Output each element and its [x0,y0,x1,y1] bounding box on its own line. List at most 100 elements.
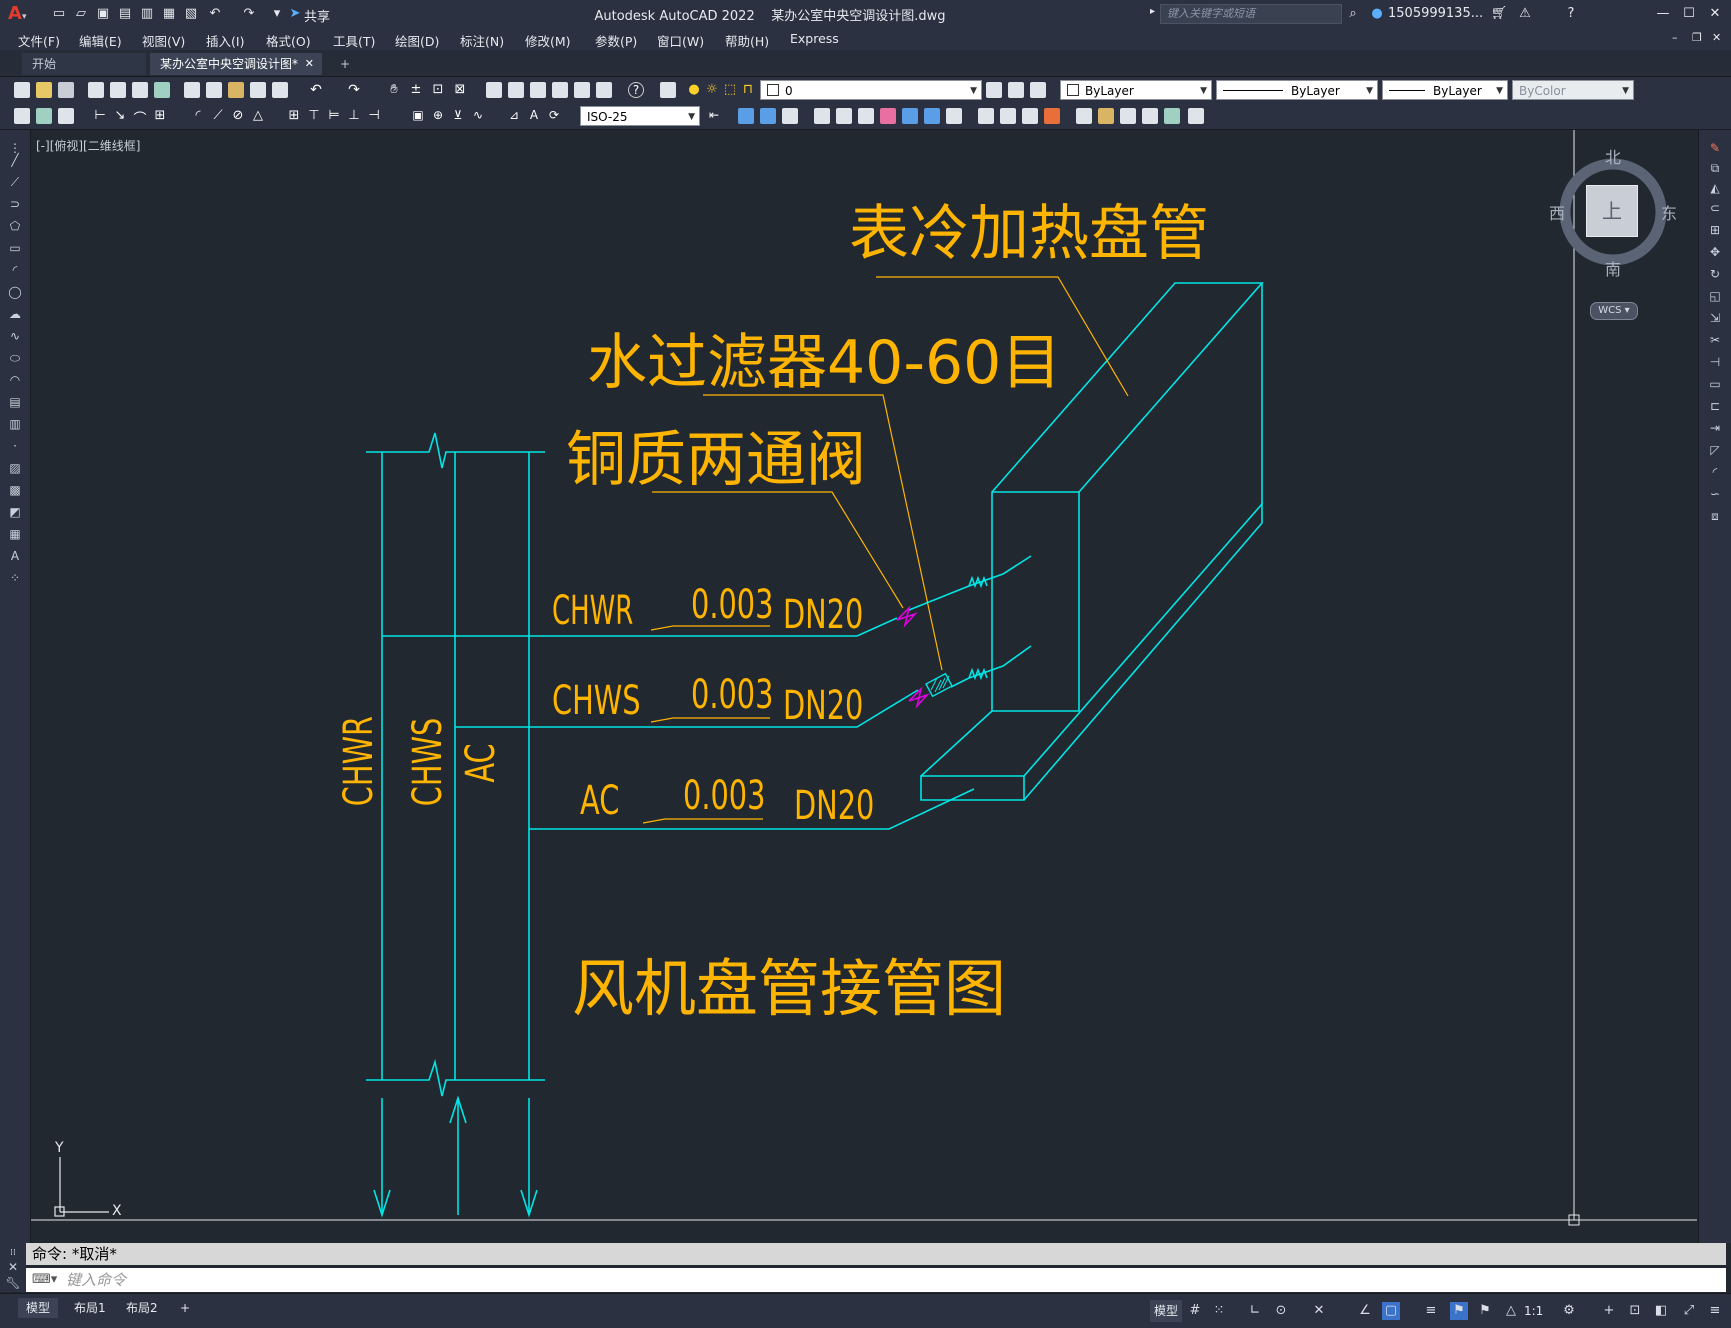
move-icon[interactable]: ✥ [1707,244,1723,260]
save-web-icon[interactable]: ▦ [160,4,178,22]
center-mark-icon[interactable]: ⊕ [430,108,446,124]
diameter-dimension-icon[interactable]: ⊘ [230,108,246,124]
share-button[interactable]: 共享 [304,6,330,25]
baseline-dimension-icon[interactable]: ⊤ [306,108,322,124]
blend-curves-icon[interactable]: ∽ [1707,486,1723,502]
mirror-icon[interactable]: ◭ [1707,180,1723,196]
menu-express[interactable]: Express [790,31,839,46]
riser-label-chws[interactable]: CHWS [405,718,451,807]
region-icon[interactable]: ◩ [7,504,23,520]
auto-scale-icon[interactable]: ⚑ [1476,1302,1494,1320]
grid-icon[interactable]: # [1186,1302,1204,1320]
menu-help[interactable]: 帮助(H) [725,31,769,50]
loft-icon[interactable] [1044,108,1060,124]
help-tb-icon[interactable]: ? [628,82,644,98]
autocad-logo-icon[interactable]: A▾ [8,4,28,24]
stretch-icon[interactable]: ⇲ [1707,310,1723,326]
menu-tools[interactable]: 工具(T) [333,31,375,50]
linetype-dropdown[interactable]: ByLayer ▼ [1216,80,1378,100]
tolerance-icon[interactable]: ▣ [410,108,426,124]
ac-name[interactable]: AC [580,778,619,824]
array-icon[interactable]: ⊞ [1707,222,1723,238]
erase-icon[interactable]: ✎ [1707,140,1723,156]
riser-label-chwr[interactable]: CHWR [336,716,382,806]
sheet-set-icon[interactable] [552,82,568,98]
layer-lock-icon[interactable]: ⊓ [740,82,756,98]
maximize-icon[interactable]: ☐ [1680,4,1698,22]
extend-icon[interactable]: ⊣ [1707,354,1723,370]
doc-restore-icon[interactable]: ❐ [1692,31,1702,44]
menu-dimension[interactable]: 标注(N) [460,31,504,50]
join-icon[interactable]: ⇥ [1707,420,1723,436]
menu-view[interactable]: 视图(V) [142,31,185,50]
scale-value[interactable]: 1:1 [1524,1302,1543,1320]
viewcube-top-face[interactable]: 上 [1586,185,1638,237]
copy-object-icon[interactable]: ⧉ [1707,160,1723,176]
annotation-monitor-icon[interactable]: + [1600,1302,1618,1320]
circle-icon[interactable]: ◯ [7,284,23,300]
tab-layout1[interactable]: 布局1 [66,1298,114,1318]
zoom-previous-icon[interactable]: ⊠ [452,82,468,98]
ellipse-icon[interactable]: ⬭ [7,350,23,366]
cut-icon[interactable] [184,82,200,98]
tab-layout2[interactable]: 布局2 [118,1298,166,1318]
save-icon[interactable]: ▣ [94,4,112,22]
wcs-menu[interactable]: WCS ▾ [1590,302,1638,320]
point-icon[interactable]: · [7,438,23,454]
arc-length-icon[interactable]: ⌒ [132,108,148,127]
lineweight-dropdown[interactable]: ByLayer ▼ [1382,80,1508,100]
viewcube-east[interactable]: 东 [1661,200,1677,224]
ordinate-dimension-icon[interactable]: ⊞ [152,108,168,124]
tab-close-icon[interactable]: ✕ [305,53,314,75]
angular-dimension-icon[interactable]: △ [250,108,266,124]
multiline-text-icon[interactable]: A [7,548,23,564]
wedge-icon[interactable] [782,108,798,124]
tab-start[interactable]: 开始 [22,53,146,75]
break-icon[interactable]: ⊏ [1707,398,1723,414]
drawing-canvas[interactable]: 表冷加热盘管 水过滤器40-60目 铜质两通阀 风机盘管接管图 CHWR 0.0… [31,130,1697,1243]
extrude-icon[interactable] [978,108,994,124]
quick-dimension-icon[interactable]: ⊞ [286,108,302,124]
break-point-icon[interactable]: ▭ [1707,376,1723,392]
rectangle-icon[interactable]: ▭ [7,240,23,256]
ucs-world-icon[interactable] [836,108,852,124]
dimension-style-icon[interactable]: ⇤ [706,108,722,124]
pan-icon[interactable]: ✋︎ [386,82,402,98]
add-layout-button[interactable]: + [172,1298,198,1318]
new-tab-button[interactable]: + [330,53,356,75]
polar-icon[interactable]: ⊙ [1272,1302,1290,1320]
color-dropdown[interactable]: ByLayer ▼ [1060,80,1212,100]
undo-tb-icon[interactable]: ↶ [308,82,324,98]
plot-preview-icon[interactable] [110,82,126,98]
properties-icon[interactable] [486,82,502,98]
continue-dimension-icon[interactable]: ⊨ [326,108,342,124]
doc-minimize-icon[interactable]: – [1672,31,1678,44]
dimstyle-dropdown[interactable]: ISO-25 ▼ [580,106,700,126]
chwr-size[interactable]: DN20 [783,592,863,638]
undo-icon[interactable]: ↶ [206,4,224,22]
minimize-icon[interactable]: — [1654,4,1672,22]
linear-dimension-icon[interactable]: ⊢ [92,108,108,124]
workspace-gear-icon[interactable]: ⚙ [1560,1302,1578,1320]
layer-properties-icon[interactable] [660,82,676,98]
revolve-icon[interactable] [1000,108,1016,124]
menu-file[interactable]: 文件(F) [18,31,60,50]
aligned-dimension-icon[interactable]: ↘ [112,108,128,124]
fillet-icon[interactable]: ◜ [1707,464,1723,480]
model-space-button[interactable]: 模型 [1150,1300,1183,1322]
plot-icon[interactable]: ▧ [182,4,200,22]
drawing-title[interactable]: 风机盘管接管图 [572,938,1006,1028]
chws-slope[interactable]: 0.003 [691,672,773,718]
revision-cloud-icon[interactable]: ☁︎ [7,306,23,322]
menu-edit[interactable]: 编辑(E) [79,31,122,50]
units-icon[interactable]: ⊡ [1626,1302,1644,1320]
line-icon[interactable]: ╱ [7,152,23,168]
dimension-break-icon[interactable]: ⊣ [366,108,382,124]
spline-icon[interactable]: ∿ [7,328,23,344]
menu-draw[interactable]: 绘图(D) [395,31,439,50]
search-icon[interactable]: ⌕ [1344,4,1362,22]
ucs-zaxis-icon[interactable] [880,108,896,124]
open-file-icon[interactable]: ▱ [72,4,90,22]
markup-icon[interactable] [574,82,590,98]
user-icon[interactable]: ● [1368,4,1386,22]
